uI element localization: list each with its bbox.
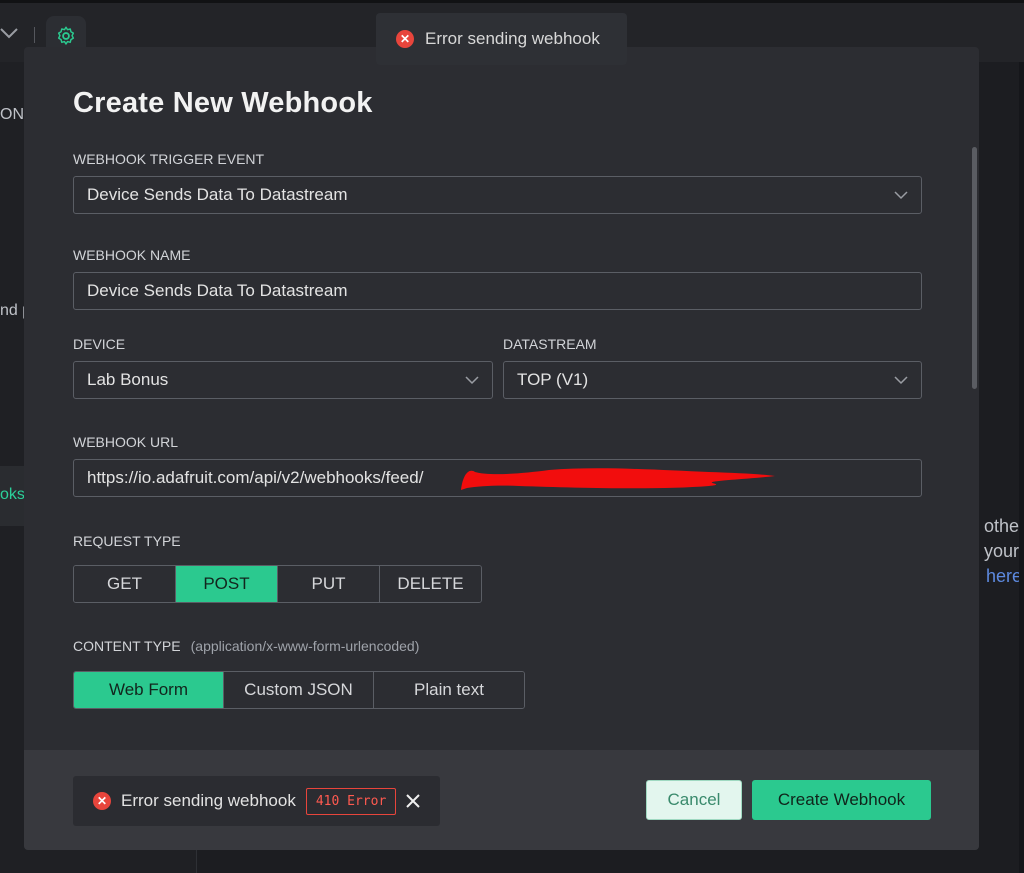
- trigger-event-value: Device Sends Data To Datastream: [87, 185, 348, 204]
- chevron-down-icon: [465, 376, 479, 385]
- toast-message: Error sending webhook: [121, 791, 296, 810]
- content-type-custom-json[interactable]: Custom JSON: [224, 672, 374, 708]
- content-type-plain-text[interactable]: Plain text: [374, 672, 524, 708]
- content-type-label: CONTENT TYPE (application/x-www-form-urle…: [73, 638, 419, 654]
- error-icon: ✕: [396, 30, 414, 48]
- device-value: Lab Bonus: [87, 370, 169, 389]
- webhook-url-value: https://io.adafruit.com/api/v2/webhooks/…: [87, 468, 424, 487]
- cancel-button[interactable]: Cancel: [646, 780, 742, 820]
- webhook-url-label: WEBHOOK URL: [73, 434, 179, 450]
- datastream-select[interactable]: TOP (V1): [503, 361, 922, 399]
- content-type-hint: (application/x-www-form-urlencoded): [190, 638, 420, 654]
- chevron-down-icon: [894, 376, 908, 385]
- datastream-value: TOP (V1): [517, 370, 589, 389]
- webhook-url-input[interactable]: https://io.adafruit.com/api/v2/webhooks/…: [73, 459, 922, 497]
- create-webhook-button[interactable]: Create Webhook: [752, 780, 931, 820]
- modal-scrollbar[interactable]: [972, 147, 977, 389]
- sidebar-item-webhooks[interactable]: oks: [0, 486, 25, 504]
- modal-title: Create New Webhook: [73, 87, 373, 119]
- divider: [34, 27, 35, 43]
- page-scrollbar[interactable]: [1019, 62, 1024, 873]
- toast-message: Error sending webhook: [425, 29, 600, 48]
- sidebar-fragment: ON: [0, 106, 24, 123]
- request-type-group: GET POST PUT DELETE: [73, 565, 482, 603]
- bg-text-fragment: your: [984, 541, 1020, 561]
- device-select[interactable]: Lab Bonus: [73, 361, 493, 399]
- request-type-post[interactable]: POST: [176, 566, 278, 602]
- trigger-event-select[interactable]: Device Sends Data To Datastream: [73, 176, 922, 214]
- webhook-name-input[interactable]: Device Sends Data To Datastream: [73, 272, 922, 310]
- chevron-down-icon[interactable]: [0, 23, 20, 43]
- webhook-name-value: Device Sends Data To Datastream: [87, 281, 348, 300]
- error-toast-bottom: ✕ Error sending webhook 410 Error: [73, 776, 440, 826]
- create-webhook-modal: Create New Webhook WEBHOOK TRIGGER EVENT…: [24, 47, 979, 850]
- webhook-name-label: WEBHOOK NAME: [73, 247, 191, 263]
- modal-footer: ✕ Error sending webhook 410 Error Cancel…: [24, 750, 979, 850]
- error-toast-top: ✕ Error sending webhook: [376, 13, 627, 65]
- request-type-label: REQUEST TYPE: [73, 533, 181, 549]
- error-code-badge: 410 Error: [305, 787, 397, 815]
- error-icon: ✕: [93, 792, 111, 810]
- bg-text-fragment: othe: [984, 516, 1020, 536]
- content-type-title: CONTENT TYPE: [73, 638, 181, 654]
- request-type-get[interactable]: GET: [74, 566, 176, 602]
- close-icon[interactable]: [406, 794, 420, 808]
- bg-link-here[interactable]: here: [986, 566, 1022, 587]
- request-type-delete[interactable]: DELETE: [380, 566, 481, 602]
- redaction-mark: [461, 468, 775, 490]
- trigger-event-label: WEBHOOK TRIGGER EVENT: [73, 151, 265, 167]
- gear-icon: [57, 26, 75, 45]
- datastream-label: DATASTREAM: [503, 336, 597, 352]
- device-label: DEVICE: [73, 336, 126, 352]
- chevron-down-icon: [894, 191, 908, 200]
- content-type-group: Web Form Custom JSON Plain text: [73, 671, 525, 709]
- content-type-web-form[interactable]: Web Form: [74, 672, 224, 708]
- request-type-put[interactable]: PUT: [278, 566, 380, 602]
- modal-body: Create New Webhook WEBHOOK TRIGGER EVENT…: [24, 47, 979, 750]
